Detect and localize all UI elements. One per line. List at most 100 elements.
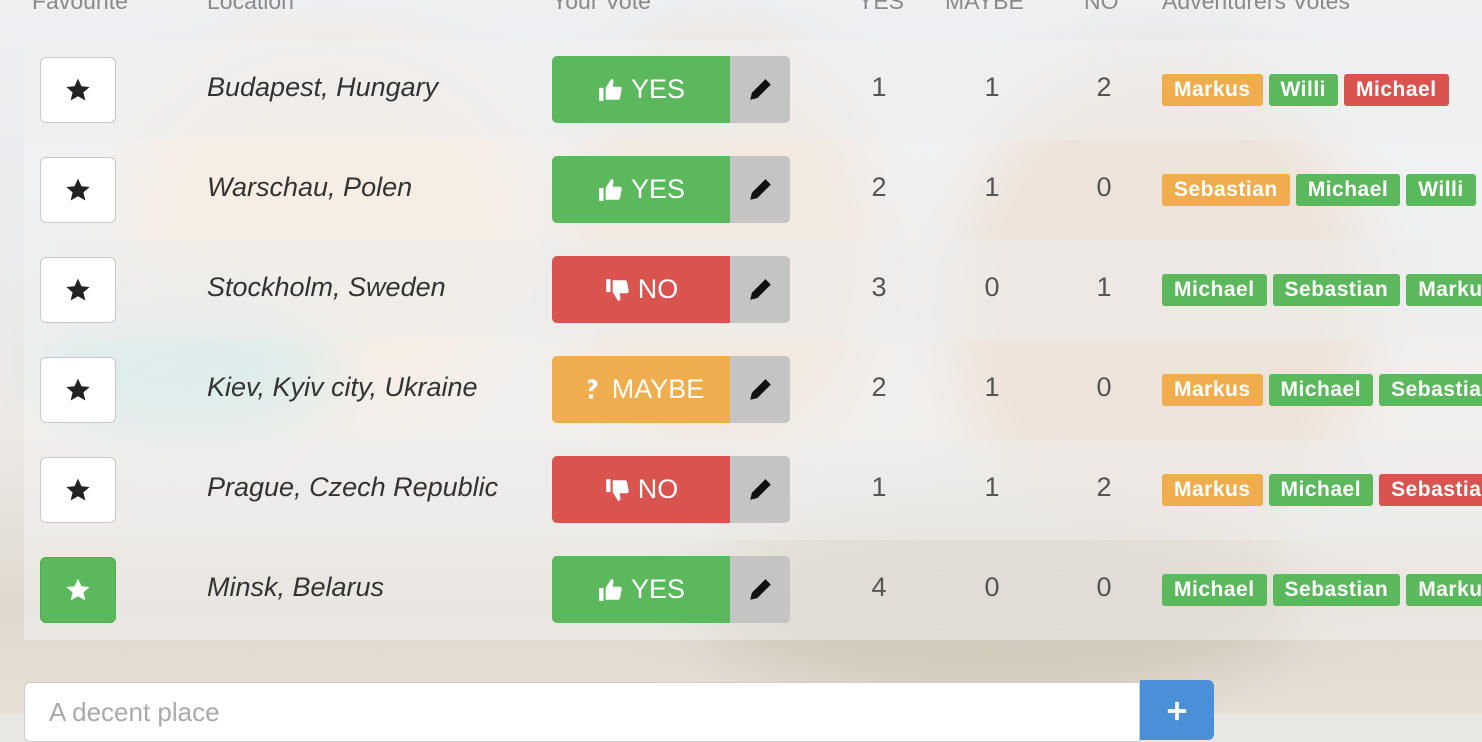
thumbs-up-icon [599,578,622,601]
header-no: NO [1084,0,1119,14]
your-vote-label: YES [630,74,686,104]
adventurer-vote-badge: Michael [1295,174,1401,206]
adventurer-vote-badge: Michael [1344,74,1449,106]
table-row: Kiev, Kyiv city, Ukraine MAYBE 2 1 0 Markus Mi… [24,340,1482,440]
star-icon [66,278,90,301]
location-name: Prague, Czech Republic [207,472,499,502]
new-location-input[interactable] [24,682,1140,742]
adventurer-vote-badge: Sebastian [1272,574,1401,606]
your-vote-button[interactable]: NO [552,256,730,323]
plus-icon [1167,701,1187,721]
edit-vote-button[interactable] [730,256,790,323]
header-yes: YES [858,0,905,14]
maybe-count: 1 [984,72,1000,102]
your-vote-button[interactable]: YES [552,56,730,123]
yes-count: 3 [871,272,887,302]
no-count: 2 [1096,72,1112,102]
adventurer-vote-badge: Michael [1162,574,1267,606]
edit-vote-button[interactable] [730,156,790,223]
yes-count: 2 [871,172,887,202]
adventurer-vote-badge: Markus [1162,474,1263,506]
pencil-icon [750,178,771,200]
thumbs-down-icon [605,278,629,301]
add-location-button[interactable] [1140,680,1214,740]
edit-vote-button[interactable] [730,456,790,523]
your-vote-label: MAYBE [611,374,705,404]
yes-count: 1 [871,472,887,502]
star-icon [66,578,90,601]
favourite-toggle-button[interactable] [40,457,116,523]
adventurer-vote-badge: Michael [1162,274,1267,306]
table-row: Minsk, Belarus YES 4 0 0 Michael Sebastian Mark… [24,540,1482,640]
thumbs-up-icon [599,178,622,201]
header-your-vote: Your Vote [552,0,651,14]
your-vote-button[interactable]: YES [552,556,730,623]
favourite-toggle-button[interactable] [40,157,116,223]
no-count: 1 [1096,272,1112,302]
header-location: Location [207,0,294,14]
your-vote-button[interactable]: YES [552,156,730,223]
adventurer-vote-badge: Sebastian [1162,174,1290,206]
edit-vote-button[interactable] [730,56,790,123]
star-icon [66,78,90,101]
favourite-toggle-button[interactable] [40,557,116,623]
your-vote-label: YES [630,574,686,604]
adventurer-vote-badge: Sebastian [1379,474,1482,506]
maybe-count: 1 [984,172,1000,202]
adventurer-vote-badge: Sebastian [1379,374,1482,406]
adventurer-vote-badge: Michael [1268,374,1374,406]
no-count: 0 [1096,372,1112,402]
header-favourite: Favourite [32,0,128,14]
location-name: Kiev, Kyiv city, Ukraine [207,372,478,402]
location-name: Stockholm, Sweden [207,272,446,302]
your-vote-button[interactable]: NO [552,456,730,523]
thumbs-down-icon [605,478,629,501]
adventurer-vote-badge: Michael [1268,474,1374,506]
yes-count: 4 [871,572,887,602]
adventurer-vote-badge: Markus [1406,574,1482,606]
maybe-count: 0 [984,272,1000,302]
adventurers-votes: MichaelSebastianMarkus [1162,574,1482,606]
your-vote-label: YES [630,174,686,204]
pencil-icon [750,278,771,300]
table-row: Stockholm, Sweden NO 3 0 1 Michael Sebastian Ma… [24,240,1482,340]
adventurer-vote-badge: Willi [1268,74,1339,106]
adventurers-votes: Markus Willi Michael [1162,74,1455,106]
adventurer-vote-badge: Markus [1406,274,1482,306]
maybe-count: 0 [984,572,1000,602]
no-count: 0 [1096,572,1112,602]
table-row: Warschau, Polen YES 2 1 0 Sebastian Michael Wil… [24,140,1482,240]
edit-vote-button[interactable] [730,556,790,623]
adventurers-votes: MarkusMichaelSebastian [1162,474,1482,506]
edit-vote-button[interactable] [730,356,790,423]
adventurers-votes: Sebastian Michael Willi [1162,174,1482,206]
no-count: 2 [1096,472,1112,502]
thumbs-up-icon [599,78,622,101]
yes-count: 2 [871,372,887,402]
favourite-toggle-button[interactable] [40,357,116,423]
favourite-toggle-button[interactable] [40,257,116,323]
pencil-icon [750,578,771,600]
star-icon [66,178,90,201]
your-vote-button[interactable]: MAYBE [552,356,730,423]
adventurer-vote-badge: Markus [1162,74,1263,106]
location-name: Warschau, Polen [207,172,413,202]
pencil-icon [750,78,771,100]
pencil-icon [750,478,771,500]
location-name: Budapest, Hungary [207,72,439,102]
adventurer-vote-badge: Markus [1162,374,1263,406]
adventurers-votes: MichaelSebastianMarkus [1162,274,1482,306]
star-icon [66,478,90,501]
header-adventurers-votes: Adventurers Votes [1162,0,1350,14]
location-name: Minsk, Belarus [207,572,385,602]
pencil-icon [750,378,771,400]
header-maybe: MAYBE [945,0,1024,14]
table-header: Favourite Location Your Vote YES MAYBE N… [0,0,1482,24]
table-row: Budapest, Hungary YES 1 1 2 Markus Willi Michae… [24,40,1482,140]
no-count: 0 [1096,172,1112,202]
your-vote-label: NO [637,474,679,504]
favourite-toggle-button[interactable] [40,57,116,123]
table-row: Prague, Czech Republic NO 1 1 2 Markus Michael… [24,440,1482,540]
yes-count: 1 [871,72,887,102]
adventurer-vote-badge: Sebastian [1272,274,1401,306]
